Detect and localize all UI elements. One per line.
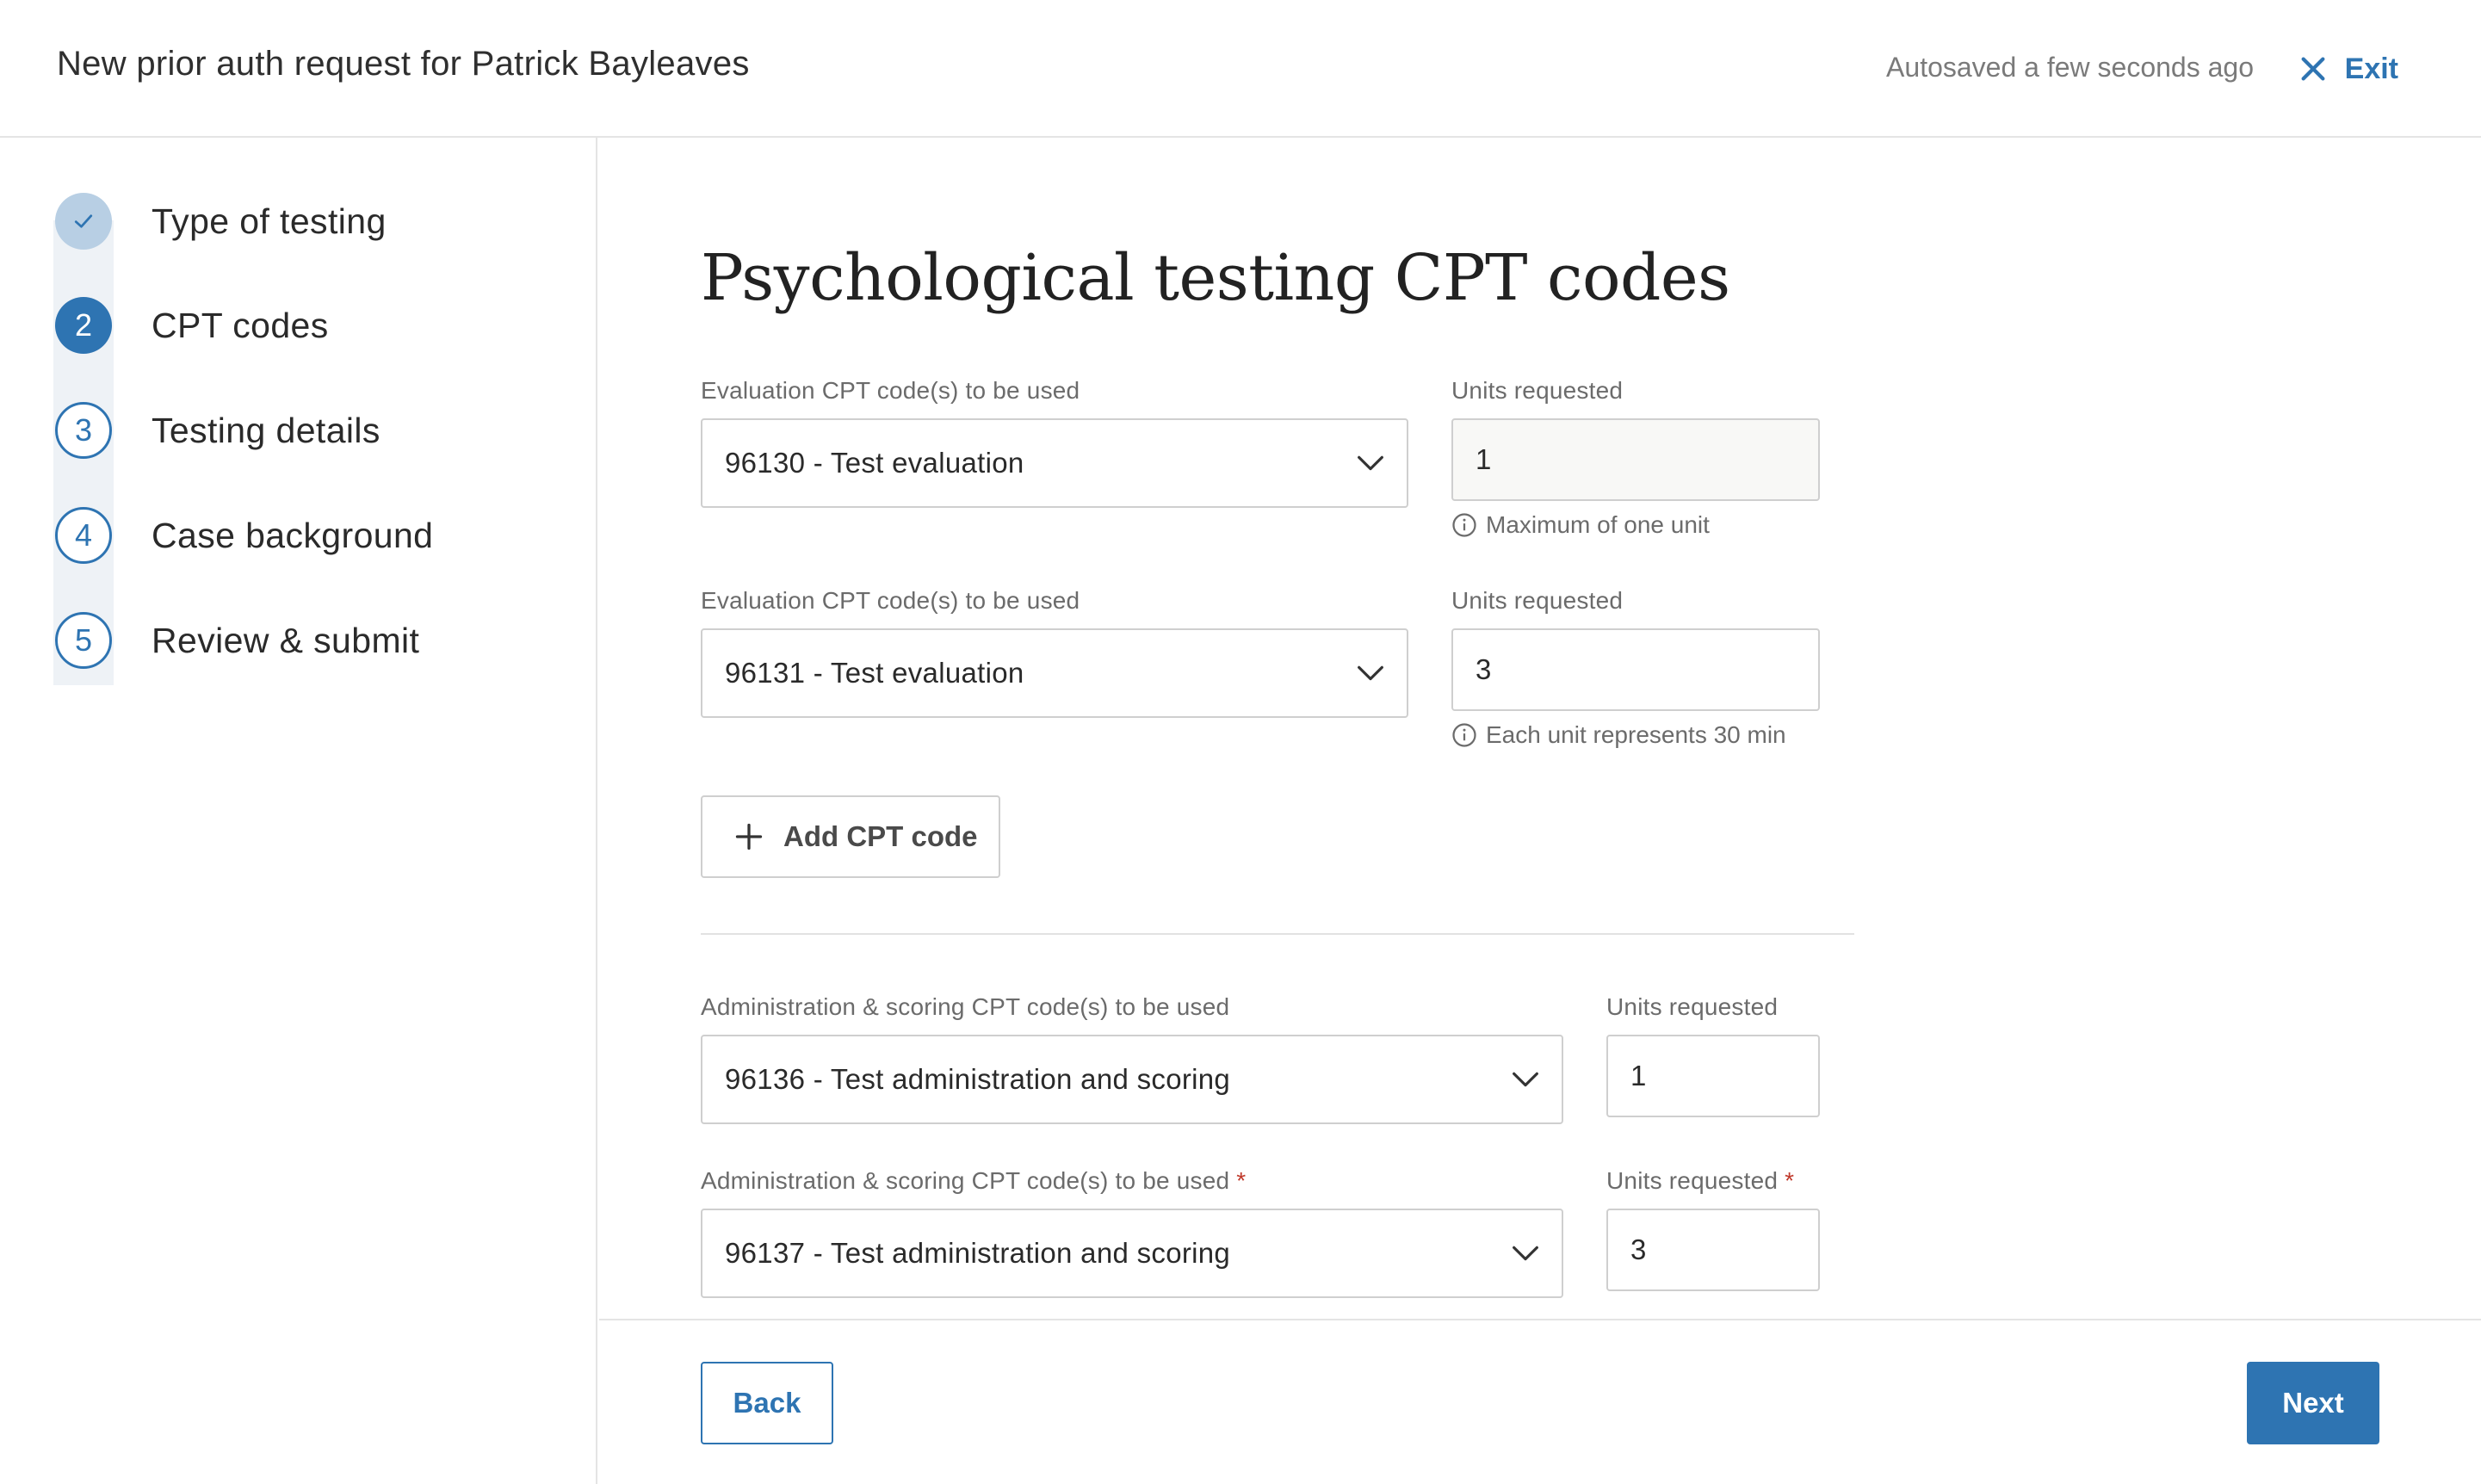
next-button[interactable]: Next <box>2247 1362 2379 1444</box>
evaluation-code-select[interactable]: 96131 - Test evaluation <box>701 628 1408 718</box>
step-label: Case background <box>152 515 434 555</box>
units-label-required: Units requested * <box>1606 1167 1794 1195</box>
hint-text: Each unit represents 30 min <box>1486 721 1786 748</box>
step-label: Testing details <box>152 410 381 450</box>
evaluation-code-label: Evaluation CPT code(s) to be used <box>701 377 1080 404</box>
units-label: Units requested <box>1451 587 1624 614</box>
step-label: Review & submit <box>152 620 420 660</box>
units-input[interactable]: 1 <box>1606 1035 1820 1117</box>
add-cpt-code-button[interactable]: Add CPT code <box>701 795 1000 878</box>
evaluation-code-select[interactable]: 96130 - Test evaluation <box>701 418 1408 508</box>
required-marker: * <box>1236 1167 1247 1194</box>
exit-button[interactable]: Exit <box>2298 45 2398 93</box>
step-testing-details[interactable]: 3 Testing details <box>53 400 570 461</box>
step-cpt-codes[interactable]: 2 CPT codes <box>53 295 570 356</box>
field-label-text: Units requested <box>1606 1167 1779 1194</box>
units-label: Units requested <box>1451 377 1624 404</box>
step-type-of-testing[interactable]: Type of testing <box>53 191 570 251</box>
step-label: Type of testing <box>152 201 387 241</box>
units-hint: Each unit represents 30 min <box>1451 721 1786 749</box>
step-completed-indicator <box>55 193 112 250</box>
chevron-down-icon <box>1358 665 1383 681</box>
admin-code-label: Administration & scoring CPT code(s) to … <box>701 993 1230 1020</box>
info-icon <box>1452 723 1476 747</box>
exit-label: Exit <box>2344 52 2398 85</box>
form-footer: Back Next <box>599 1319 2481 1484</box>
step-number: 3 <box>55 402 112 459</box>
progress-sidebar: Type of testing 2 CPT codes 3 Testing de… <box>0 138 597 1484</box>
evaluation-code-label: Evaluation CPT code(s) to be used <box>701 587 1080 614</box>
units-hint: Maximum of one unit <box>1451 511 1710 539</box>
field-label-text: Administration & scoring CPT code(s) to … <box>701 1167 1230 1194</box>
check-icon <box>74 214 93 228</box>
units-label: Units requested <box>1606 993 1779 1020</box>
step-number: 4 <box>55 507 112 564</box>
admin-code-select[interactable]: 96137 - Test administration and scoring <box>701 1209 1563 1298</box>
admin-code-label-required: Administration & scoring CPT code(s) to … <box>701 1167 1246 1195</box>
chevron-down-icon <box>1513 1246 1538 1261</box>
info-icon <box>1452 513 1476 537</box>
chevron-down-icon <box>1358 455 1383 471</box>
plus-icon <box>735 823 763 850</box>
units-input[interactable]: 3 <box>1606 1209 1820 1291</box>
section-divider <box>701 933 1854 935</box>
units-input[interactable]: 3 <box>1451 628 1820 711</box>
units-input[interactable]: 1 <box>1451 418 1820 501</box>
select-value: 96136 - Test administration and scoring <box>725 1063 1231 1095</box>
add-cpt-code-label: Add CPT code <box>783 820 978 852</box>
hint-text: Maximum of one unit <box>1486 511 1710 538</box>
back-button[interactable]: Back <box>701 1362 833 1444</box>
step-label: CPT codes <box>152 305 329 345</box>
step-number: 2 <box>55 297 112 354</box>
admin-code-select[interactable]: 96136 - Test administration and scoring <box>701 1035 1563 1124</box>
autosave-status: Autosaved a few seconds ago <box>1886 52 2254 83</box>
form-heading: Psychological testing CPT codes <box>701 241 1730 315</box>
top-bar: New prior auth request for Patrick Bayle… <box>0 0 2481 138</box>
close-icon <box>2301 57 2325 81</box>
page-title: New prior auth request for Patrick Bayle… <box>57 45 750 83</box>
select-value: 96131 - Test evaluation <box>725 657 1024 689</box>
select-value: 96137 - Test administration and scoring <box>725 1237 1231 1269</box>
required-marker: * <box>1785 1167 1795 1194</box>
step-number: 5 <box>55 612 112 669</box>
main-content: Psychological testing CPT codes Evaluati… <box>599 138 2481 1320</box>
step-case-background[interactable]: 4 Case background <box>53 505 570 566</box>
step-review-submit[interactable]: 5 Review & submit <box>53 610 570 671</box>
chevron-down-icon <box>1513 1072 1538 1087</box>
select-value: 96130 - Test evaluation <box>725 447 1024 479</box>
